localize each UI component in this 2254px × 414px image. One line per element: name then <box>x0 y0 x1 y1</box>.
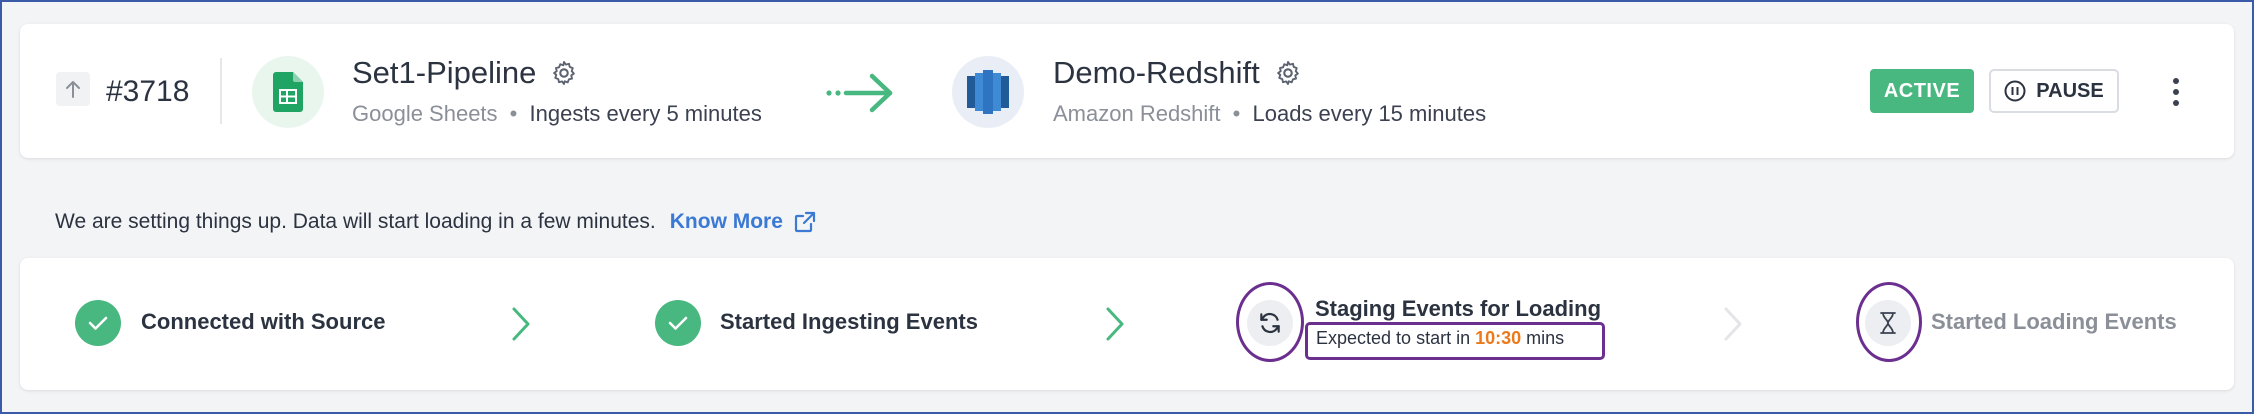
chevron-right-icon <box>512 307 530 341</box>
external-link-icon <box>794 211 816 233</box>
amazon-redshift-logo <box>952 56 1024 128</box>
setup-message: We are setting things up. Data will star… <box>55 210 656 233</box>
step-2-status <box>655 300 701 346</box>
destination-name-row: Demo-Redshift <box>1053 55 1302 91</box>
redshift-icon <box>967 70 1009 114</box>
setup-info: We are setting things up. Data will star… <box>55 206 817 238</box>
google-sheets-icon <box>273 72 303 112</box>
gear-icon[interactable] <box>1274 59 1302 87</box>
arrow-right-icon <box>826 73 893 113</box>
source-subtitle: Google Sheets • Ingests every 5 minutes <box>352 101 762 127</box>
check-icon <box>88 316 108 330</box>
source-name-row: Set1-Pipeline <box>352 55 578 91</box>
step-2-label: Started Ingesting Events <box>720 309 978 334</box>
pipeline-flow-arrow <box>826 70 898 121</box>
highlight-box <box>1305 322 1605 360</box>
destination-subtitle: Amazon Redshift • Loads every 15 minutes <box>1053 101 1486 127</box>
destination-type: Amazon Redshift <box>1053 101 1221 126</box>
check-icon <box>668 316 688 330</box>
status-badge: ACTIVE <box>1870 69 1974 113</box>
more-options-icon[interactable] <box>2164 72 2188 112</box>
pipeline-id: #3718 <box>106 75 190 108</box>
chevron-right-icon <box>1106 307 1124 341</box>
step-3-label: Staging Events for Loading <box>1315 296 1602 321</box>
highlight-ring <box>1856 282 1922 362</box>
know-more-link[interactable]: Know More <box>670 210 817 234</box>
highlight-ring <box>1236 282 1304 362</box>
step-1-label: Connected with Source <box>141 309 386 334</box>
source-schedule: Ingests every 5 minutes <box>529 101 762 126</box>
header-divider <box>220 58 222 124</box>
destination-name[interactable]: Demo-Redshift <box>1053 55 1260 91</box>
step-1-status <box>75 300 121 346</box>
bullet-separator: • <box>509 101 518 126</box>
arrow-up-icon <box>66 81 80 98</box>
know-more-label: Know More <box>669 210 783 233</box>
pause-button[interactable]: PAUSE <box>1989 69 2119 113</box>
bullet-separator: • <box>1232 101 1241 126</box>
pause-icon <box>2004 80 2026 102</box>
source-name[interactable]: Set1-Pipeline <box>352 55 536 91</box>
destination-schedule: Loads every 15 minutes <box>1252 101 1487 126</box>
step-4-label: Started Loading Events <box>1931 309 2177 334</box>
sort-button[interactable] <box>56 72 90 106</box>
pause-label: PAUSE <box>2036 79 2104 102</box>
source-type: Google Sheets <box>352 101 498 126</box>
google-sheets-logo <box>252 56 324 128</box>
gear-icon[interactable] <box>550 59 578 87</box>
chevron-right-icon <box>1724 307 1742 341</box>
